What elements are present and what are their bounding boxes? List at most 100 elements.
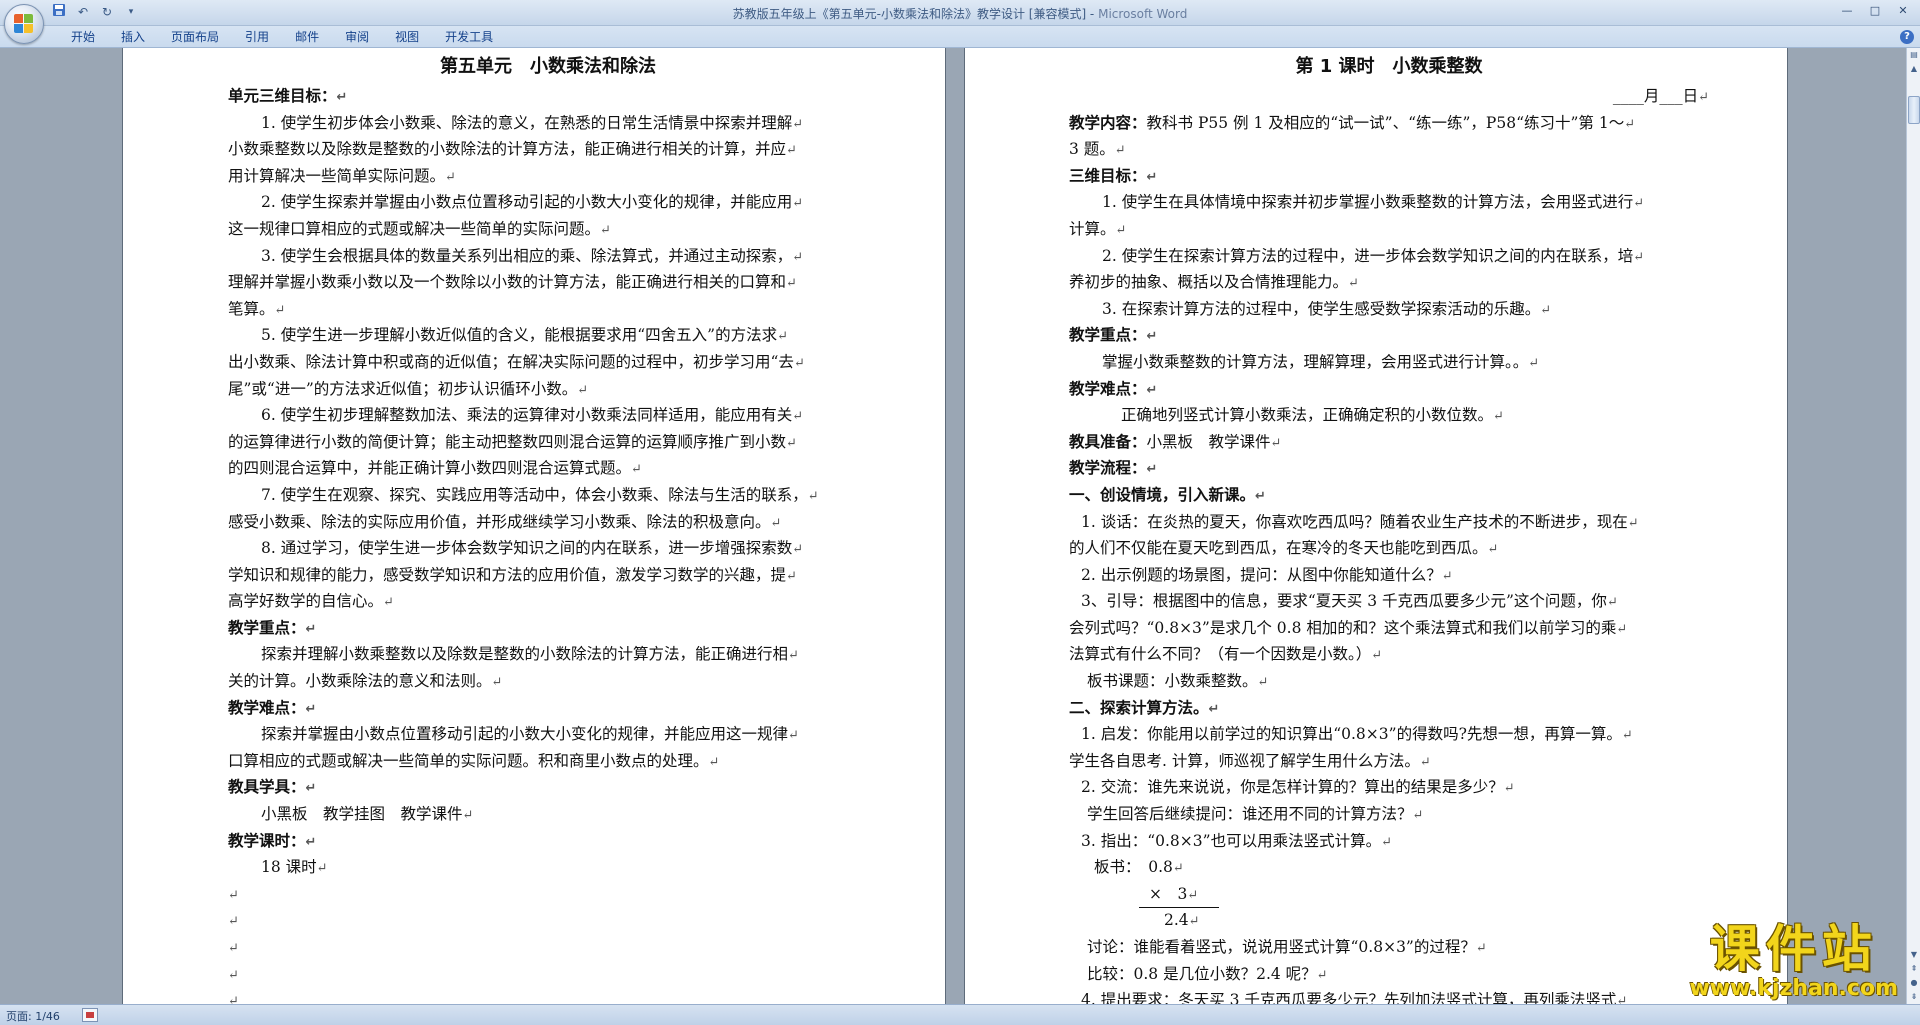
paragraph-line: 板书课题：小数乘整数。↵	[1069, 668, 1709, 695]
office-button[interactable]	[4, 4, 44, 44]
line-text: 1. 使学生在具体情境中探索并初步掌握小数乘整数的计算方法，会用竖式进行	[1102, 193, 1634, 212]
paragraph-mark-icon: ↵	[445, 169, 456, 185]
line-text: 小黑板 教学挂图 教学课件	[261, 805, 463, 824]
line-text: 的运算律进行小数的简便计算；能主动把整数四则混合运算的运算顺序推广到小数	[228, 432, 787, 451]
line-text: 正确地列竖式计算小数乘法，正确确定积的小数位数。	[1121, 406, 1494, 425]
inline-label: 教具准备：	[1069, 432, 1147, 451]
line-text: 养初步的抽象、概括以及合情推理能力。	[1069, 273, 1349, 292]
paragraph-mark-icon: ↵	[1187, 887, 1199, 903]
tab-insert[interactable]: 插入	[108, 29, 158, 45]
paragraph-mark-icon: ↵	[1616, 621, 1628, 637]
line-text: 理解并掌握小数乘小数以及一个数除以小数的计算方法，能正确进行相关的口算和	[228, 273, 787, 292]
tab-developer[interactable]: 开发工具	[432, 29, 506, 45]
section-heading: 教学难点：↵	[1069, 376, 1709, 403]
close-icon[interactable]: ✕	[1890, 2, 1916, 20]
line-text: 学知识和规律的能力，感受数学知识和方法的应用价值，激发学习数学的兴趣，提	[228, 565, 787, 584]
paragraph-line: 1. 使学生在具体情境中探索并初步掌握小数乘整数的计算方法，会用竖式进行↵	[1069, 189, 1709, 216]
page-left-content: 第五单元 小数乘法和除法 单元三维目标：↵ 1. 使学生初步体会小数乘、除法的意义，…	[228, 53, 868, 1004]
paragraph-line: 1. 启发：你能用以前学过的知识算出“0.8×3”的得数吗?先想一想，再算一算。…	[1069, 721, 1709, 748]
line-text: 感受小数乘、除法的实际应用价值，并形成继续学习小数乘、除法的积极意向。	[228, 512, 771, 531]
line-text: 2. 出示例题的场景图，提问：从图中你能知道什么？	[1081, 565, 1442, 584]
next-page-icon[interactable]: ⇟	[1908, 990, 1920, 1004]
paragraph-mark-icon: ↵	[1487, 542, 1499, 558]
minimize-icon[interactable]: —	[1834, 2, 1860, 20]
section-heading: 教学重点：↵	[228, 615, 868, 642]
title-bar: ↶ ↻ ▾ 苏教版五年级上《第五单元-小数乘法和除法》教学设计 [兼容模式] -…	[0, 0, 1920, 44]
line-text: 教学流程：	[1069, 459, 1147, 478]
paragraph-line: 1. 使学生初步体会小数乘、除法的意义，在熟悉的日常生活情景中探索并理解↵	[228, 110, 868, 137]
line-text: 第 1 课时 小数乘整数	[1295, 56, 1483, 77]
paragraph-line: 掌握小数乘整数的计算方法，理解算理，会用竖式进行计算。。↵	[1069, 349, 1709, 376]
line-text: 用计算解决一些简单实际问题。	[228, 166, 446, 185]
document-page-right[interactable]: 第 1 课时 小数乘整数 ____月___日↵ 教学内容：教科书 P55 例 1 及…	[965, 48, 1787, 1004]
paragraph-line: 关的计算。小数乘除法的意义和法则。↵	[228, 668, 868, 695]
line-text: 18 课时	[261, 858, 317, 877]
line-text: 的人们不仅能在夏天吃到西瓜，在寒冷的冬天也能吃到西瓜。	[1069, 539, 1488, 558]
paragraph-line: 小数乘整数以及除数是整数的小数除法的计算方法，能正确进行相关的计算，并应↵	[228, 136, 868, 163]
help-icon[interactable]: ?	[1900, 30, 1914, 44]
paragraph-mark-icon: ↵	[1698, 90, 1709, 105]
paragraph-line: 7. 使学生在观察、探究、实践应用等活动中，体会小数乘、除法与生活的联系，↵	[228, 482, 868, 509]
line-text: 2. 交流：谁先来说说，你是怎样计算的？算出的结果是多少？	[1081, 778, 1504, 797]
line-text: 学生各自思考. 计算，师巡视了解学生用什么方法。	[1069, 751, 1420, 770]
paragraph-line: 养初步的抽象、概括以及合情推理能力。↵	[1069, 269, 1709, 296]
line-text: 6. 使学生初步理解整数加法、乘法的运算律对小数乘法同样适用，能应用有关	[261, 406, 793, 425]
paragraph-mark-icon: ↵	[788, 648, 799, 664]
paragraph-mark-icon: ↵	[1381, 834, 1392, 850]
line-text: 教具学具：	[228, 778, 306, 797]
paragraph-mark-icon: ↵	[228, 994, 239, 1004]
section-heading: 教学流程：↵	[1069, 455, 1709, 482]
paragraph-line: 学生各自思考. 计算，师巡视了解学生用什么方法。↵	[1069, 748, 1709, 775]
line-text: 3. 指出：“0.8×3”也可以用乘法竖式计算。	[1081, 831, 1382, 850]
line-text: 关的计算。小数乘除法的意义和法则。	[228, 672, 492, 691]
section-heading: 二、探索计算方法。↵	[1069, 695, 1709, 722]
tab-mailings[interactable]: 邮件	[282, 29, 332, 45]
paragraph-line: 1. 谈话：在炎热的夏天，你喜欢吃西瓜吗？随着农业生产技术的不断进步，现在↵	[1069, 509, 1709, 536]
paragraph-mark-icon: ↵	[1606, 595, 1618, 611]
ruler-toggle-icon[interactable]: ▤	[1908, 48, 1920, 62]
scroll-down-icon[interactable]: ▼	[1908, 948, 1920, 962]
calc-underline	[1139, 907, 1219, 909]
date-line: ____月___日↵	[1069, 83, 1709, 110]
line-text: 1. 使学生初步体会小数乘、除法的意义，在熟悉的日常生活情景中探索并理解	[261, 113, 793, 132]
paragraph-line: 法算式有什么不同？（有一个因数是小数。）↵	[1069, 641, 1709, 668]
line-text: 会列式吗？“0.8×3”是求几个 0.8 相加的和？这个乘法算式和我们以前学习的…	[1069, 618, 1617, 637]
tab-home[interactable]: 开始	[58, 29, 108, 45]
paragraph-mark-icon: ↵	[305, 834, 317, 850]
line-text: 口算相应的式题或解决一些简单的实际问题。积和商里小数点的处理。	[228, 751, 709, 770]
paragraph-line: 的人们不仅能在夏天吃到西瓜，在寒冷的冬天也能吃到西瓜。↵	[1069, 535, 1709, 562]
line-text: 教学难点：	[1069, 379, 1147, 398]
paragraph-line: 讨论：谁能看着竖式，说说用竖式计算“0.8×3”的过程？↵	[1069, 934, 1709, 961]
tab-page-layout[interactable]: 页面布局	[158, 29, 232, 45]
inline-text: 小黑板 教学课件	[1146, 432, 1271, 451]
inline-text: 教科书 P55 例 1 及相应的“试一试”、“练一练”，P58“练习十”第 1～	[1146, 113, 1625, 132]
maximize-icon[interactable]: □	[1862, 2, 1888, 20]
ribbon-tabs: 开始 插入 页面布局 引用 邮件 审阅 视图 开发工具	[58, 29, 506, 45]
page-right-content: 第 1 课时 小数乘整数 ____月___日↵ 教学内容：教科书 P55 例 1 及…	[1069, 53, 1709, 1004]
tab-references[interactable]: 引用	[232, 29, 282, 45]
vertical-scrollbar[interactable]: ▤ ▲ ▼ ⇞ ● ⇟	[1906, 48, 1920, 1004]
section-heading: 教学难点：↵	[228, 695, 868, 722]
paragraph-mark-icon: ↵	[777, 329, 788, 345]
paragraph-line: 笔算。↵	[228, 296, 868, 323]
line-text: 2. 使学生探索并掌握由小数点位置移动引起的小数大小变化的规律，并能应用	[261, 193, 793, 212]
previous-page-icon[interactable]: ⇞	[1908, 962, 1920, 976]
line-text: 比较：0.8 是几位小数？2.4 呢？	[1087, 964, 1317, 983]
scroll-up-icon[interactable]: ▲	[1908, 62, 1920, 76]
document-page-left[interactable]: 第五单元 小数乘法和除法 单元三维目标：↵ 1. 使学生初步体会小数乘、除法的意义，…	[123, 48, 945, 1004]
line-text: 1. 启发：你能用以前学过的知识算出“0.8×3”的得数吗?先想一想，再算一算。	[1081, 725, 1622, 744]
paragraph-mark-icon: ↵	[1348, 276, 1359, 292]
section-heading: 教学课时：↵	[228, 828, 868, 855]
paragraph-line: 理解并掌握小数乘小数以及一个数除以小数的计算方法，能正确进行相关的口算和↵	[228, 269, 868, 296]
vertical-calc-line: 板书： 0.8↵	[1069, 854, 1709, 881]
tab-review[interactable]: 审阅	[332, 29, 382, 45]
paragraph-line: 尾”或“进一”的方法求近似值；初步认识循环小数。↵	[228, 376, 868, 403]
tab-view[interactable]: 视图	[382, 29, 432, 45]
empty-paragraph: ↵	[228, 987, 868, 1004]
select-browse-object-icon[interactable]: ●	[1908, 976, 1920, 990]
page-count[interactable]: 页面: 1/46	[6, 1008, 60, 1024]
paragraph-line: 探索并掌握由小数点位置移动引起的小数大小变化的规律，并能应用这一规律↵	[228, 721, 868, 748]
site-watermark: 课件站 www.kjzhan.com	[1689, 922, 1898, 1001]
macro-record-icon[interactable]	[82, 1008, 98, 1022]
scrollbar-thumb[interactable]	[1908, 96, 1920, 124]
